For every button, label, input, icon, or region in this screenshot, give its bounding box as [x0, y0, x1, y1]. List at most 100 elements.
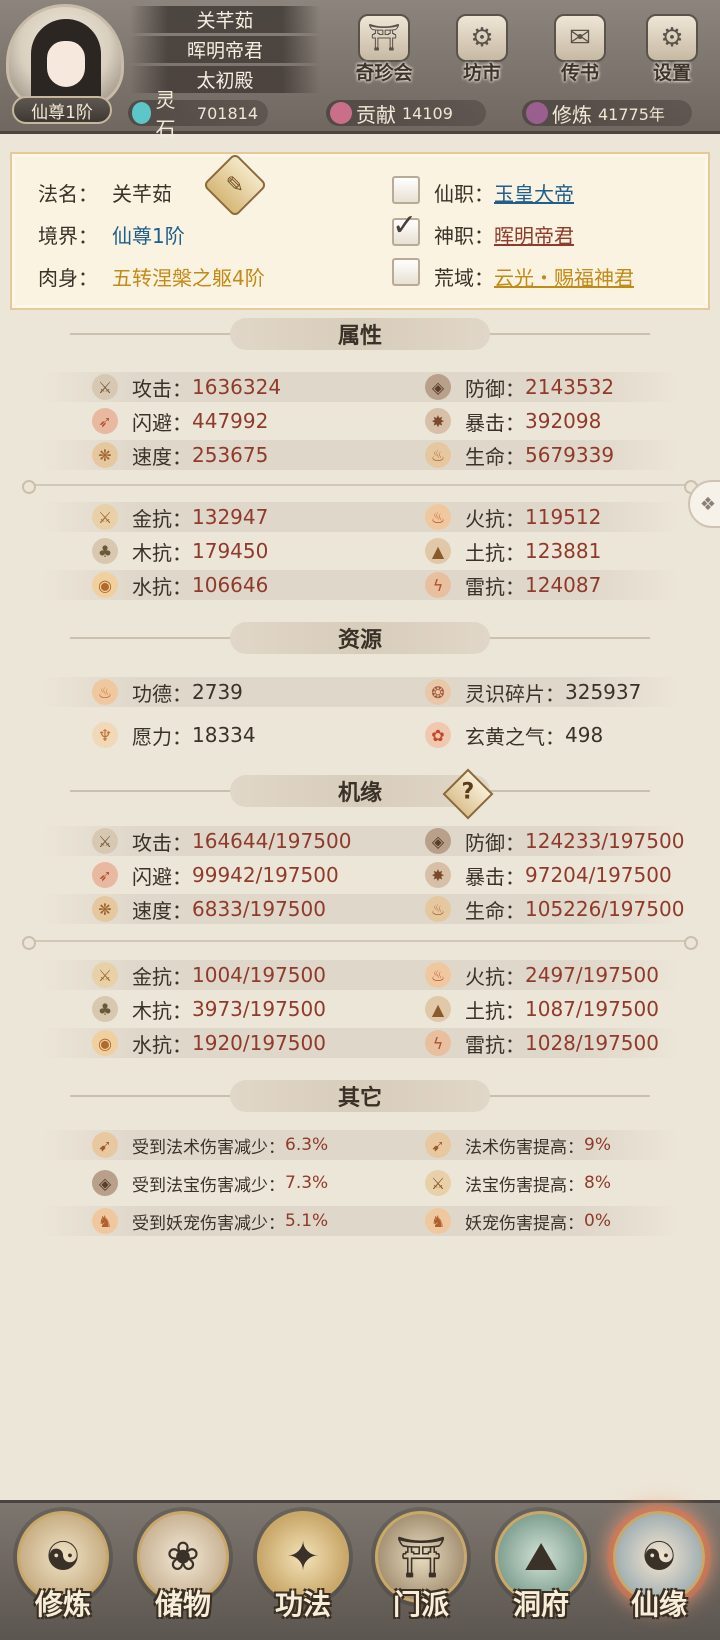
attack-value: 1636324	[192, 375, 282, 399]
wild-realm-checkbox[interactable]	[392, 258, 420, 286]
body-value: 五转涅槃之躯4阶	[112, 266, 265, 290]
crit-icon: ✸	[425, 408, 451, 434]
stat-row: ➶ 闪避： 447992 ✸ 暴击： 392098	[40, 406, 680, 436]
shen-position-label: 神职：	[434, 224, 494, 248]
player-avatar[interactable]	[6, 4, 124, 108]
stat-row: ⚔ 金抗： 132947 ♨ 火抗： 119512	[40, 502, 680, 532]
water-resist-label: 水抗：	[132, 1032, 192, 1057]
artifact-damage-reduce-icon: ◈	[92, 1170, 118, 1196]
pet-damage-boost-icon: ♞	[425, 1208, 451, 1234]
spirit-stone-value: 701814	[196, 103, 258, 123]
nav-storage-label: 储物	[154, 1588, 211, 1621]
top-header: 仙尊1阶 关芊茹 晖明帝君 太初殿 ⛩ 奇珍会 ⚙ 坊市 ✉ 传书 ⚙ 设置 灵…	[0, 0, 720, 141]
market-button[interactable]: ⚙ 坊市	[446, 14, 518, 88]
speed-icon: ❋	[92, 896, 118, 922]
stat-row: ⚔ 攻击： 1636324 ◈ 防御： 2143532	[40, 372, 680, 402]
nav-cave-label: 洞府	[512, 1588, 569, 1621]
crit-label: 暴击：	[465, 410, 525, 435]
xian-position-link[interactable]: 玉皇大帝	[494, 178, 574, 207]
metal-resist-label: 金抗：	[132, 964, 192, 989]
rank-badge: 仙尊1阶	[12, 96, 112, 124]
resources-title-text: 资源	[230, 622, 490, 654]
life-fortune-value: 105226/197500	[525, 897, 685, 921]
spell-damage-boost-label: 法术伤害提高：	[465, 1137, 584, 1158]
contribution-value: 14109	[402, 103, 453, 123]
market-icon: ⚙	[456, 14, 508, 62]
puzzle-icon: ❖	[699, 493, 717, 515]
resources-section-title: 资源	[60, 620, 660, 656]
shen-position-link[interactable]: 晖明帝君	[494, 220, 574, 249]
stat-row: ♣ 木抗： 179450 ▲ 土抗： 123881	[40, 536, 680, 566]
stat-row: ❋ 速度： 6833/197500 ♨ 生命： 105226/197500	[40, 894, 684, 924]
stat-row: ⚔ 攻击： 164644/197500 ◈ 防御： 124233/197500	[40, 826, 684, 856]
attack-icon: ⚔	[92, 828, 118, 854]
spell-damage-boost-icon: ➹	[425, 1132, 451, 1158]
stat-row: ❋ 速度： 253675 ♨ 生命： 5679339	[40, 440, 680, 470]
defense-fortune-value: 124233/197500	[525, 829, 685, 853]
nav-technique[interactable]: ✦ 功法	[248, 1511, 358, 1639]
metal-resist-icon: ⚔	[92, 962, 118, 988]
metal-resist-icon: ⚔	[92, 504, 118, 530]
dharma-name-value: 关芊茹	[112, 182, 172, 206]
artifact-damage-reduce-value: 7.3%	[285, 1173, 329, 1193]
message-label: 传书	[560, 62, 599, 84]
nav-cave[interactable]: ⛰ 洞府	[486, 1511, 596, 1639]
fire-resist-label: 火抗：	[465, 964, 525, 989]
scroll-letter-icon: ✉	[554, 14, 606, 62]
other-row: ➹ 受到法术伤害减少： 6.3% ➹ 法术伤害提高： 9%	[40, 1130, 680, 1160]
dodge-value: 447992	[192, 409, 269, 433]
water-resist-fortune-value: 1920/197500	[192, 1031, 326, 1055]
wish-power-label: 愿力：	[132, 724, 192, 749]
shen-position-checkbox[interactable]: ✓	[392, 208, 420, 246]
earth-resist-value: 123881	[525, 539, 602, 563]
spirit-fragment-icon: ❂	[425, 679, 451, 705]
water-resist-icon: ◉	[92, 1030, 118, 1056]
profile-info-panel: 法名： 关芊茹 ✎ 境界： 仙尊1阶 肉身： 五转涅槃之躯4阶 仙职： 玉皇大帝…	[10, 152, 710, 310]
treasure-pavilion-icon: ⛩	[358, 14, 410, 62]
fire-resist-label: 火抗：	[465, 506, 525, 531]
nav-storage[interactable]: ❀ 储物	[128, 1511, 238, 1639]
speed-value: 253675	[192, 443, 269, 467]
nav-immortal-fate[interactable]: ☯ 仙缘	[604, 1511, 714, 1639]
wood-resist-icon: ♣	[92, 538, 118, 564]
water-resist-value: 106646	[192, 573, 269, 597]
crit-label: 暴击：	[465, 864, 525, 889]
spirit-fragment-label: 灵识碎片：	[465, 681, 565, 706]
treasure-pavilion-button[interactable]: ⛩ 奇珍会	[348, 14, 420, 88]
attributes-section-title: 属性	[60, 316, 660, 352]
xuanhuang-qi-label: 玄黄之气：	[465, 724, 565, 749]
spirit-fragment-value: 325937	[565, 680, 642, 704]
spirit-stone-label: 灵石	[155, 88, 176, 141]
settings-button[interactable]: ⚙ 设置	[636, 14, 708, 88]
spirit-stone-counter: 灵石 701814	[128, 88, 268, 141]
spell-damage-reduce-icon: ➹	[92, 1132, 118, 1158]
xian-position-checkbox[interactable]	[392, 176, 420, 204]
stat-row: ➶ 闪避： 99942/197500 ✸ 暴击： 97204/197500	[40, 860, 680, 890]
fortune-section-title: 机缘	[60, 773, 660, 809]
life-label: 生命：	[465, 444, 525, 469]
dharma-name-label: 法名：	[38, 182, 98, 206]
edit-name-quill-icon[interactable]: ✎	[202, 152, 268, 218]
nav-sect[interactable]: ⛩ 门派	[366, 1511, 476, 1639]
wish-power-icon: ♆	[92, 722, 118, 748]
dodge-fortune-value: 99942/197500	[192, 863, 339, 887]
cultivation-icon	[526, 102, 548, 124]
section-divider	[22, 936, 698, 950]
nav-technique-label: 功法	[274, 1588, 331, 1621]
gear-icon: ⚙	[646, 14, 698, 62]
attributes-title-text: 属性	[230, 318, 490, 350]
attack-label: 攻击：	[132, 376, 192, 401]
contribution-label: 贡献	[356, 102, 396, 127]
section-divider	[22, 480, 698, 494]
stat-row: ⚔ 金抗： 1004/197500 ♨ 火抗： 2497/197500	[40, 960, 680, 990]
message-button[interactable]: ✉ 传书	[544, 14, 616, 88]
attack-fortune-value: 164644/197500	[192, 829, 352, 853]
artifact-damage-boost-icon: ⚔	[425, 1170, 451, 1196]
wild-realm-link[interactable]: 云光・赐福神君	[494, 262, 634, 291]
thunder-resist-icon: ϟ	[425, 1030, 451, 1056]
checkmark-icon: ✓	[392, 208, 418, 243]
nav-immortal-fate-label: 仙缘	[630, 1588, 687, 1621]
wood-resist-fortune-value: 3973/197500	[192, 997, 326, 1021]
merit-icon: ♨	[92, 679, 118, 705]
nav-cultivate[interactable]: ☯ 修炼	[8, 1511, 118, 1639]
